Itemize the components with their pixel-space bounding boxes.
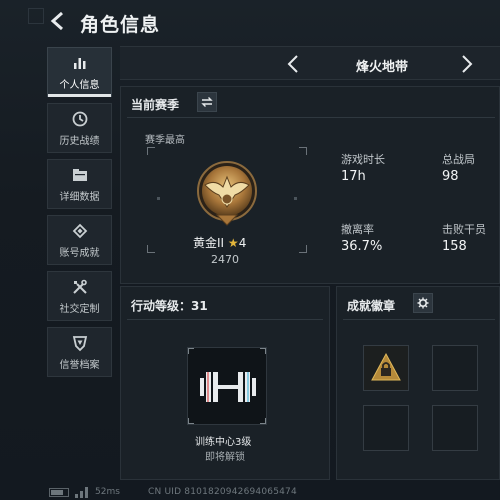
achievement-panel: 成就徽章 xyxy=(336,286,500,480)
rank-tier: 黄金II xyxy=(193,236,225,250)
swap-icon xyxy=(201,97,213,107)
badge-slot[interactable] xyxy=(363,405,409,451)
sidebar-item-label: 详细数据 xyxy=(59,191,100,203)
stat-label-total-matches: 总战局 xyxy=(442,153,475,166)
training-center-name: 训练中心3级 xyxy=(195,437,252,448)
training-center-status: 即将解锁 xyxy=(205,452,245,463)
sidebar-item-label: 社交定制 xyxy=(59,303,100,315)
rank-score: 2470 xyxy=(211,253,239,266)
frame-corner xyxy=(299,245,307,253)
sidebar-item-personal-info[interactable]: 个人信息 xyxy=(47,47,112,97)
stat-label-extract-rate: 撤离率 xyxy=(341,223,374,236)
badge-slot[interactable] xyxy=(363,345,409,391)
page-title: 角色信息 xyxy=(80,14,161,36)
header: 角色信息 xyxy=(0,0,500,44)
sidebar: 个人信息 历史战绩 详细数据 账号成就 社交定制 信誉档案 xyxy=(47,47,113,383)
folder-icon xyxy=(72,168,87,181)
map-name: 烽火地带 xyxy=(356,60,409,75)
bar-chart-icon xyxy=(73,57,85,69)
sidebar-item-label: 个人信息 xyxy=(59,79,100,91)
sidebar-item-detailed-data[interactable]: 详细数据 xyxy=(47,159,112,209)
battery-icon xyxy=(49,488,69,497)
stat-value-play-time: 17h xyxy=(341,169,366,184)
tools-icon xyxy=(72,279,87,294)
uid-text: CN UID 8101820942694065474 xyxy=(148,487,297,497)
stat-label-operators-defeated: 击败干员 xyxy=(442,223,486,236)
achievement-settings-button[interactable] xyxy=(413,293,433,313)
map-selector: 烽火地带 xyxy=(120,46,500,80)
back-arrow-icon[interactable] xyxy=(48,10,70,32)
badge-slot[interactable] xyxy=(432,405,478,451)
frame-corner xyxy=(147,245,155,253)
frame-corner xyxy=(188,348,194,354)
frame-corner xyxy=(260,418,266,424)
action-level-panel: 行动等级：31 训练中心3级 即将解锁 xyxy=(120,286,330,480)
sidebar-item-label: 账号成就 xyxy=(59,247,100,259)
sidebar-item-credit-record[interactable]: 信誉档案 xyxy=(47,327,112,377)
stat-value-total-matches: 98 xyxy=(442,169,459,184)
rank-stars: 4 xyxy=(238,236,247,250)
frame-corner xyxy=(147,147,155,155)
history-icon xyxy=(72,111,87,126)
frame-dot xyxy=(157,197,160,200)
sidebar-item-history[interactable]: 历史战绩 xyxy=(47,103,112,153)
sidebar-item-social-custom[interactable]: 社交定制 xyxy=(47,271,112,321)
stat-value-operators-defeated: 158 xyxy=(442,239,467,254)
season-panel: 当前赛季 赛季最高 黄金II ★4 2470 游戏时长 17h 总战局 98 撤… xyxy=(120,86,500,284)
action-level-title: 行动等级：31 xyxy=(131,299,208,313)
corner-mark xyxy=(28,8,44,24)
divider xyxy=(127,319,323,320)
frame-corner xyxy=(260,348,266,354)
locked-badge-icon xyxy=(371,352,401,381)
chevron-left-icon[interactable] xyxy=(286,54,300,74)
divider xyxy=(343,319,495,320)
season-best-label: 赛季最高 xyxy=(145,135,185,146)
status-footer: 52ms CN UID 8101820942694065474 xyxy=(0,484,500,500)
frame-dot xyxy=(294,197,297,200)
ping-text: 52ms xyxy=(95,487,120,497)
shield-icon xyxy=(72,335,87,351)
gear-icon xyxy=(417,297,429,309)
gold-rank-badge-icon xyxy=(197,161,257,226)
training-center-card[interactable] xyxy=(187,347,267,425)
sidebar-item-label: 信誉档案 xyxy=(59,359,100,371)
badge-slot[interactable] xyxy=(432,345,478,391)
frame-corner xyxy=(188,418,194,424)
dumbbell-icon xyxy=(200,372,256,402)
sidebar-item-account-achievements[interactable]: 账号成就 xyxy=(47,215,112,265)
sidebar-item-label: 历史战绩 xyxy=(59,135,100,147)
chevron-right-icon[interactable] xyxy=(460,54,474,74)
divider xyxy=(127,117,495,118)
signal-icon xyxy=(75,487,88,498)
star-icon: ★ xyxy=(227,236,239,250)
frame-corner xyxy=(299,147,307,155)
rank-name: 黄金II ★4 xyxy=(193,234,246,251)
season-title: 当前赛季 xyxy=(131,98,180,112)
stat-label-play-time: 游戏时长 xyxy=(341,153,385,166)
medal-icon xyxy=(72,223,87,238)
stat-value-extract-rate: 36.7% xyxy=(341,239,383,254)
swap-season-button[interactable] xyxy=(197,92,217,112)
achievement-title: 成就徽章 xyxy=(347,299,396,313)
